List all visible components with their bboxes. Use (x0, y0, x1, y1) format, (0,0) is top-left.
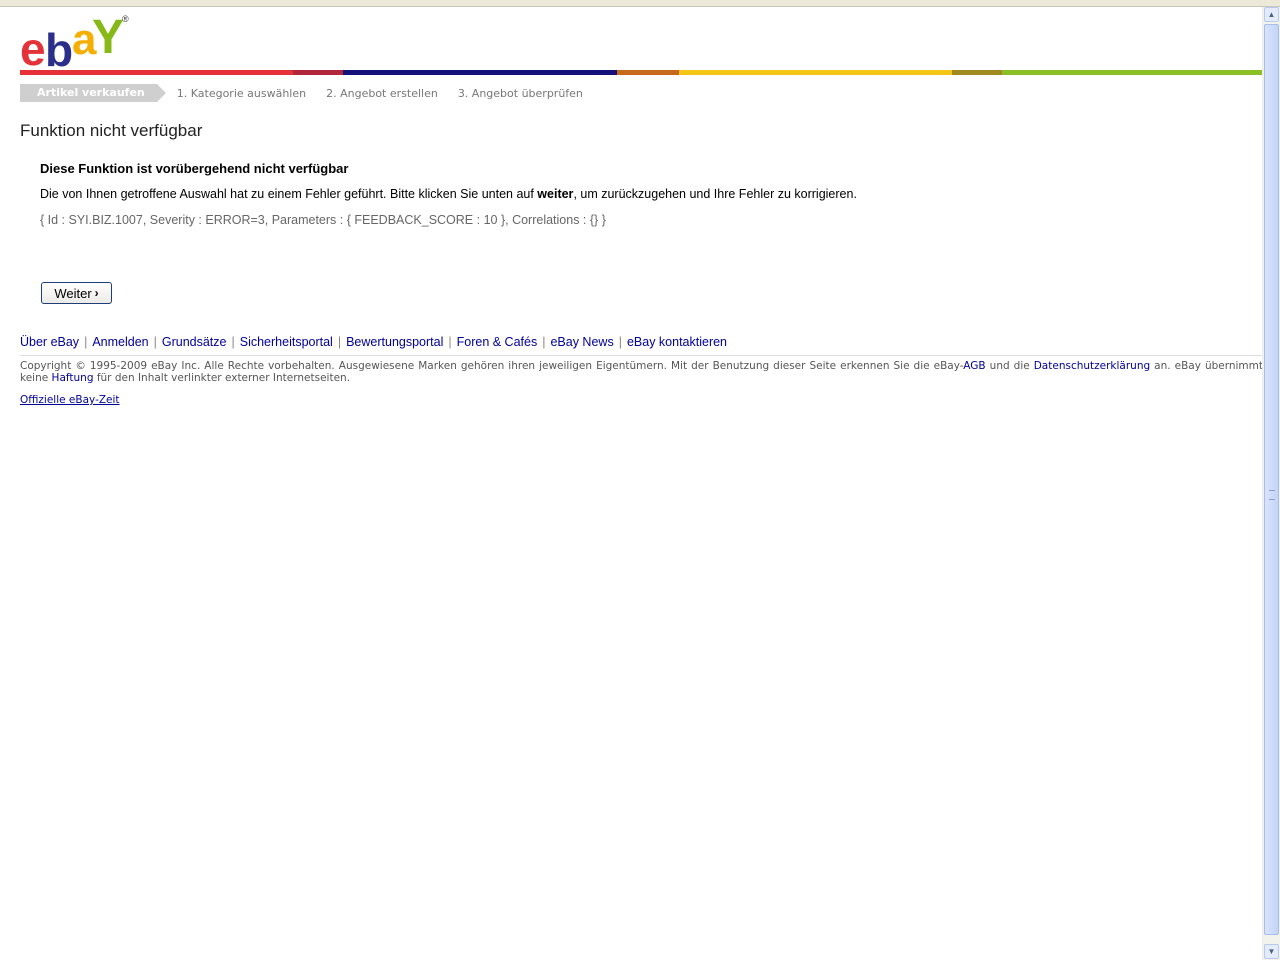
footer-link-policies[interactable]: Grundsätze (162, 335, 227, 349)
footer-link-security-center[interactable]: Sicherheitsportal (240, 335, 333, 349)
footer-link-about-ebay[interactable]: Über eBay (20, 335, 79, 349)
error-message-text: Die von Ihnen getroffene Auswahl hat zu … (40, 187, 538, 201)
step-active-sell-item: Artikel verkaufen (20, 84, 166, 102)
step-create-listing: 2. Angebot erstellen (326, 86, 438, 100)
brand-color-bar (20, 70, 1263, 75)
step-choose-category: 1. Kategorie auswählen (176, 86, 307, 100)
colorbar-segment (679, 70, 952, 75)
step-review-listing: 3. Angebot überprüfen (457, 86, 583, 100)
footer-link-ebay-news[interactable]: eBay News (550, 335, 613, 349)
logo-letter-b: b (45, 24, 73, 76)
official-ebay-time-link[interactable]: Offizielle eBay-Zeit (20, 394, 120, 406)
colorbar-segment (293, 70, 343, 75)
scroll-up-button[interactable]: ▲ (1264, 7, 1279, 22)
colorbar-segment (617, 70, 679, 75)
colorbar-segment (343, 70, 617, 75)
agb-link[interactable]: AGB (963, 360, 985, 372)
error-message-bold: weiter (537, 187, 574, 201)
error-message-text-end: , um zurückzugehen und Ihre Fehler zu ko… (573, 187, 857, 201)
footer-links: Über eBay | Anmelden | Grundsätze | Sicherheit… (20, 335, 727, 349)
error-code: { Id : SYI.BIZ.1007, Severity : ERROR=3,… (40, 213, 606, 227)
colorbar-segment (952, 70, 1002, 75)
footer-separator: | (542, 335, 546, 349)
copyright-text: und die (985, 360, 1034, 372)
error-heading: Diese Funktion ist vorübergehend nicht v… (40, 161, 349, 176)
arrow-down-icon: ▼ (1267, 947, 1276, 956)
copyright-notice: Copyright © 1995-2009 eBay Inc. Alle Rec… (20, 360, 1263, 384)
browser-top-edge (0, 0, 1280, 7)
logo-letter-e: e (20, 23, 46, 75)
colorbar-segment (20, 70, 293, 75)
scrollbar-thumb[interactable] (1264, 24, 1279, 935)
vertical-scrollbar[interactable]: ▲ ▼ (1262, 7, 1280, 960)
registered-mark: ® (122, 14, 129, 24)
continue-button-label: Weiter (54, 285, 92, 301)
footer-link-feedback-forum[interactable]: Bewertungsportal (346, 335, 443, 349)
footer-separator: | (448, 335, 452, 349)
footer-link-forums-cafes[interactable]: Foren & Cafés (457, 335, 538, 349)
logo-letter-y: Y (92, 11, 124, 64)
footer-separator: | (337, 335, 342, 349)
copyright-text: Copyright © 1995-2009 eBay Inc. Alle Rec… (20, 360, 964, 372)
footer-divider (20, 355, 1263, 356)
grip-icon (1269, 490, 1275, 500)
arrow-up-icon: ▲ (1267, 10, 1276, 19)
footer-link-sign-in[interactable]: Anmelden (92, 335, 148, 349)
footer-separator: | (84, 335, 88, 349)
sell-progress-steps: Artikel verkaufen 1. Kategorie auswählen… (20, 84, 603, 102)
copyright-text: für den Inhalt verlinkter externer Inter… (93, 372, 351, 384)
footer-separator: | (153, 335, 157, 349)
footer-link-contact-ebay[interactable]: eBay kontaktieren (627, 335, 727, 349)
scroll-down-button[interactable]: ▼ (1264, 944, 1279, 959)
continue-button[interactable]: Weiter › (41, 282, 112, 304)
error-message: Die von Ihnen getroffene Auswahl hat zu … (40, 187, 857, 201)
footer-separator: | (231, 335, 235, 349)
ebay-logo[interactable]: e b a Y ® (20, 11, 135, 76)
logo-letter-a: a (72, 15, 97, 64)
footer-separator: | (618, 335, 622, 349)
privacy-link[interactable]: Datenschutzerklärung (1034, 360, 1150, 372)
page-title: Funktion nicht verfügbar (20, 121, 203, 140)
colorbar-segment (1002, 70, 1263, 75)
chevron-right-icon: › (94, 286, 99, 300)
liability-link[interactable]: Haftung (52, 372, 94, 384)
